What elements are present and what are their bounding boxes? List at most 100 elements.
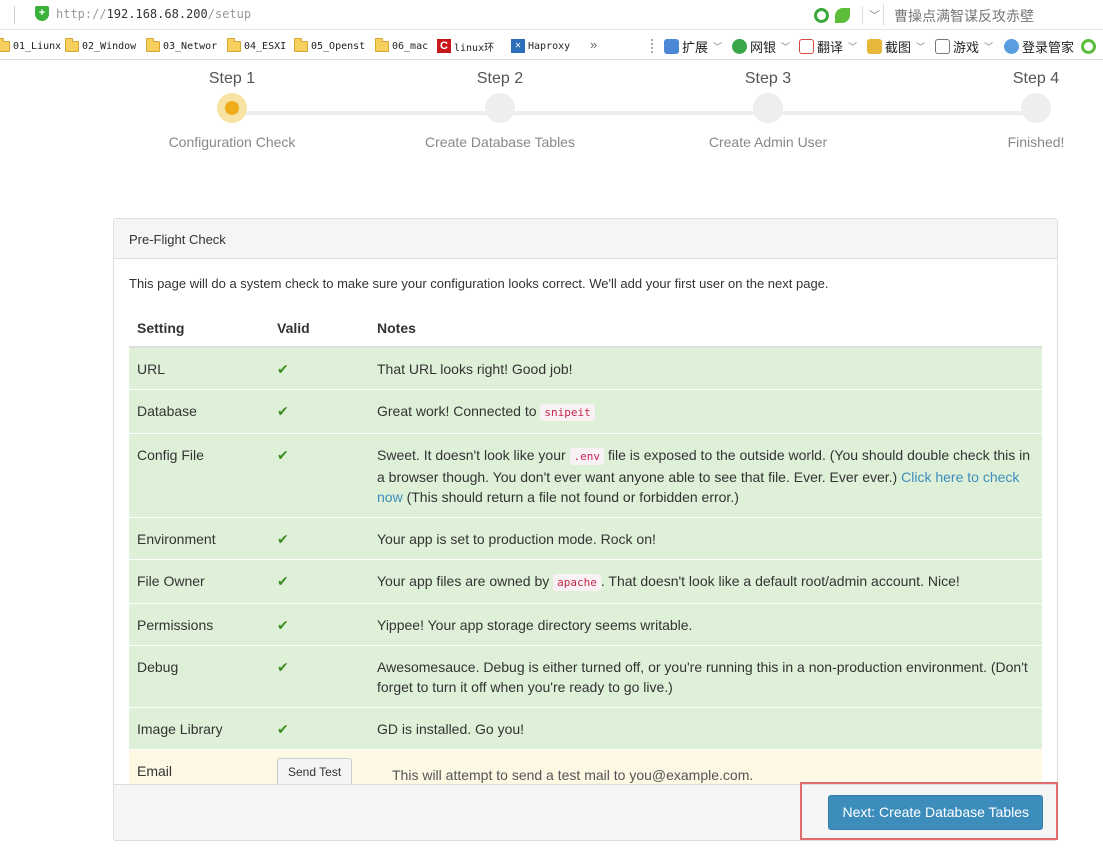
- note-cell: That URL looks right! Good job!: [369, 346, 1042, 390]
- toolbar-divider: [651, 39, 653, 53]
- next-create-tables-button[interactable]: Next: Create Database Tables: [828, 795, 1043, 830]
- translate-icon: [799, 38, 814, 54]
- checkmark-icon: ✔: [277, 447, 289, 463]
- table-row-url: URL ✔ That URL looks right! Good job!: [129, 346, 1042, 390]
- step-label: Finished!: [1007, 134, 1065, 150]
- step-3: Step 3 Create Admin User: [648, 61, 888, 150]
- chevron-down-icon: ﹀: [713, 42, 723, 53]
- checkmark-icon: ✔: [277, 361, 289, 377]
- step-dot: [485, 93, 515, 123]
- search-hint[interactable]: 曹操点满智谋反攻赤壁: [894, 6, 1034, 26]
- tool-label: 截图: [885, 40, 912, 56]
- bookmark-06[interactable]: 06_mac: [375, 37, 429, 54]
- url-field[interactable]: http://192.168.68.200/setup: [56, 7, 251, 21]
- security-shield-icon[interactable]: +: [35, 6, 49, 21]
- chevron-down-icon[interactable]: ﹀: [869, 7, 880, 23]
- setting-cell: Environment: [129, 517, 269, 560]
- bookmark-label: 03_Networ: [163, 40, 218, 52]
- step-dot-active: [217, 93, 247, 123]
- tool-status[interactable]: [1081, 37, 1096, 55]
- send-test-button[interactable]: Send Test: [277, 758, 353, 786]
- env-file-code: .env: [569, 448, 605, 465]
- table-row-environment: Environment ✔ Your app is set to product…: [129, 517, 1042, 560]
- setting-cell: Config File: [129, 433, 269, 518]
- note-cell: Great work! Connected to snipeit: [369, 389, 1042, 434]
- chevron-down-icon: ﹀: [781, 42, 791, 53]
- bookmark-label: linux环: [454, 42, 495, 54]
- folder-icon: [227, 37, 241, 52]
- more-bookmarks-button[interactable]: »: [590, 37, 597, 52]
- setting-cell: URL: [129, 346, 269, 390]
- addressbar-icons: ﹀: [814, 6, 880, 24]
- tool-label: 翻译: [817, 40, 844, 56]
- chevron-down-icon: ﹀: [848, 42, 858, 53]
- note-text: Sweet. It doesn't look like your: [377, 447, 570, 463]
- tool-login-manager[interactable]: 登录管家: [1004, 37, 1075, 56]
- step-4: Step 4 Finished!: [916, 61, 1103, 150]
- tool-label: 游戏: [953, 40, 980, 56]
- tool-translate[interactable]: 翻译 ﹀: [799, 37, 858, 56]
- folder-icon: [294, 37, 308, 52]
- bookmark-haproxy[interactable]: ✕ Haproxy: [511, 38, 570, 54]
- tool-label: 扩展: [682, 40, 709, 56]
- screenshot-icon: [867, 38, 882, 54]
- note-text: (This should return a file not found or …: [402, 489, 739, 505]
- bookmark-02[interactable]: 02_Window: [65, 37, 136, 54]
- column-header-setting: Setting: [129, 307, 269, 348]
- bookmark-label: 01_Liunx: [13, 40, 62, 52]
- folder-icon: [146, 37, 160, 52]
- bookmark-label: 06_mac: [392, 40, 429, 52]
- url-host: 192.168.68.200: [106, 7, 208, 21]
- note-text: . That doesn't look like a default root/…: [600, 573, 960, 589]
- folder-icon: [375, 37, 389, 52]
- owner-code: apache: [553, 574, 601, 591]
- folder-icon: [0, 37, 10, 52]
- url-scheme: http://: [56, 7, 107, 21]
- checkmark-icon: ✔: [277, 721, 289, 737]
- table-row-file-owner: File Owner ✔ Your app files are owned by…: [129, 559, 1042, 604]
- table-row-database: Database ✔ Great work! Connected to snip…: [129, 389, 1042, 434]
- tool-screenshot[interactable]: 截图 ﹀: [867, 37, 925, 56]
- bookmark-05[interactable]: 05_Openst: [294, 37, 365, 54]
- addressbar-divider: [14, 6, 15, 24]
- bookmark-label: Haproxy: [528, 40, 571, 52]
- note-cell: GD is installed. Go you!: [369, 707, 1042, 750]
- tool-label: 登录管家: [1022, 40, 1075, 56]
- table-row-image-library: Image Library ✔ GD is installed. Go you!: [129, 707, 1042, 750]
- step-1: Step 1 Configuration Check: [112, 61, 352, 150]
- haproxy-icon: ✕: [511, 39, 525, 53]
- status-circle-icon: [1081, 38, 1096, 54]
- address-bar: + http://192.168.68.200/setup ﹀ 曹操点满智谋反攻…: [0, 0, 1103, 30]
- search-divider: [883, 4, 884, 26]
- bookmark-linux[interactable]: Clinux环: [437, 38, 494, 54]
- panel-heading: Pre-Flight Check: [114, 219, 1057, 259]
- email-note: This will attempt to send a test mail to…: [392, 767, 754, 783]
- step-2: Step 2 Create Database Tables: [380, 61, 620, 150]
- note-cell: Your app files are owned by apache. That…: [369, 559, 1042, 604]
- extensions-icon: [664, 38, 679, 54]
- bookmark-04[interactable]: 04_ESXI: [227, 37, 286, 54]
- checkmark-icon: ✔: [277, 403, 289, 419]
- url-path: /setup: [207, 7, 252, 21]
- column-header-notes: Notes: [369, 307, 1042, 348]
- step-label: Create Database Tables: [425, 134, 575, 150]
- note-text: Your app files are owned by: [377, 573, 554, 589]
- tool-games[interactable]: 游戏 ﹀: [935, 37, 994, 56]
- table-row-debug: Debug ✔ Awesomesauce. Debug is either tu…: [129, 645, 1042, 708]
- table-header-row: Setting Valid Notes: [129, 307, 1042, 348]
- step-label: Configuration Check: [168, 134, 296, 150]
- setup-stepper: Step 1 Configuration Check Step 2 Create…: [0, 61, 1103, 171]
- refresh-circle-icon[interactable]: [814, 7, 829, 23]
- bank-icon: [732, 38, 747, 54]
- panel-body: This page will do a system check to make…: [114, 259, 1057, 802]
- leaf-icon[interactable]: [835, 7, 850, 23]
- note-cell: Sweet. It doesn't look like your .env fi…: [369, 433, 1042, 518]
- chevron-down-icon: ﹀: [984, 42, 994, 53]
- bookmark-01[interactable]: 01_Liunx: [0, 37, 62, 54]
- preflight-panel: Pre-Flight Check This page will do a sys…: [113, 218, 1058, 841]
- bookmark-03[interactable]: 03_Networ: [146, 37, 218, 54]
- note-text: Great work! Connected to: [377, 403, 541, 419]
- note-cell: Awesomesauce. Debug is either turned off…: [369, 645, 1042, 708]
- tool-extensions[interactable]: 扩展 ﹀: [664, 37, 723, 56]
- tool-bank[interactable]: 网银 ﹀: [732, 37, 791, 56]
